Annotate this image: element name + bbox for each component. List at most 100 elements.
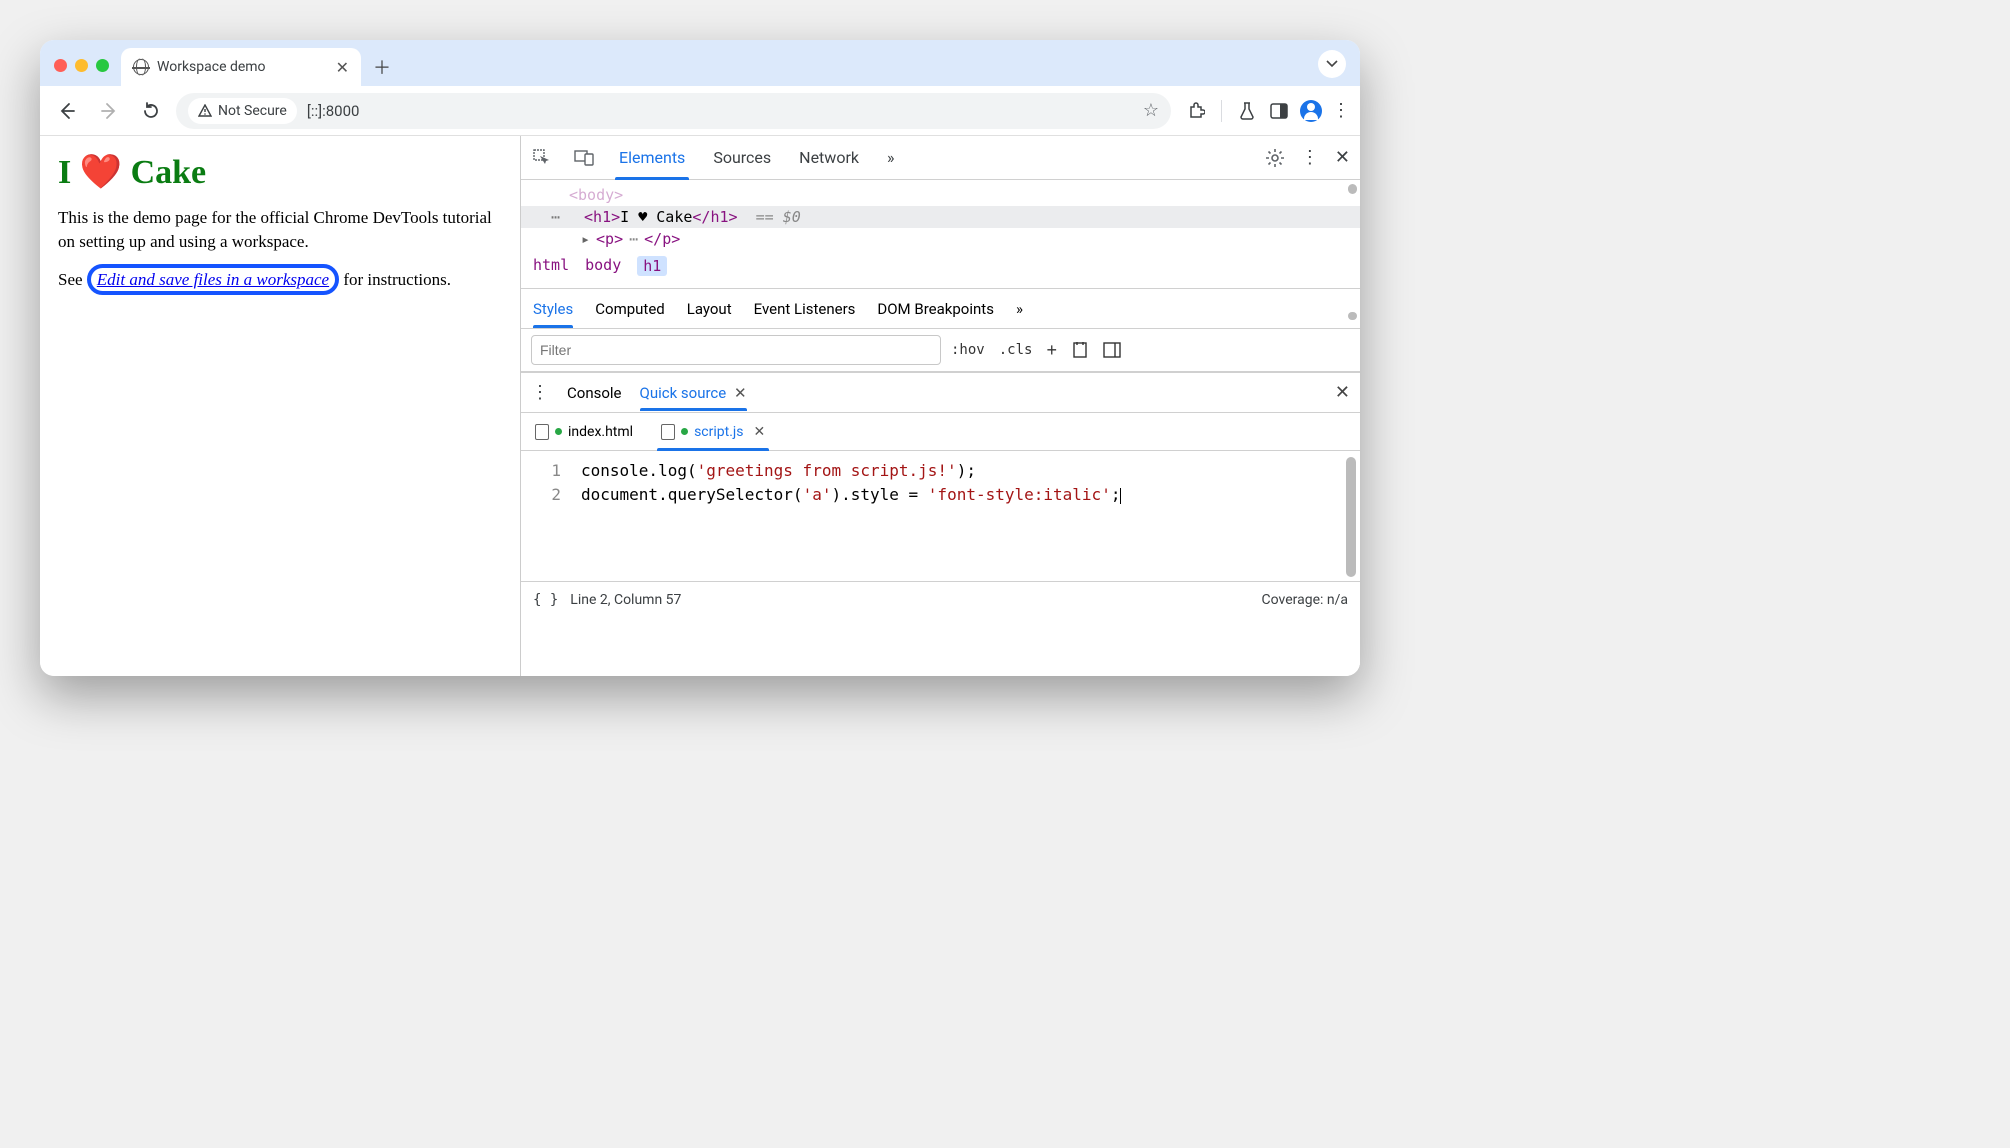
sources-tab[interactable]: Sources — [709, 136, 775, 179]
tabs-dropdown-button[interactable] — [1318, 50, 1346, 78]
expand-triangle-icon[interactable]: ▸ — [581, 230, 590, 248]
code-editor[interactable]: 1 2 console.log('greetings from script.j… — [521, 451, 1360, 581]
scrollbar[interactable] — [1348, 312, 1357, 320]
profile-avatar-icon[interactable] — [1300, 100, 1322, 122]
toggle-sidebar-icon[interactable] — [1103, 342, 1121, 358]
computed-styles-icon[interactable] — [1071, 342, 1089, 358]
quick-source-tab[interactable]: Quick source ✕ — [640, 384, 747, 402]
computed-tab[interactable]: Computed — [595, 300, 665, 318]
toolbar: Not Secure [::]:8000 ☆ ⋮ — [40, 86, 1360, 136]
breadcrumb-item[interactable]: html — [533, 256, 569, 276]
layout-tab[interactable]: Layout — [687, 300, 732, 318]
reload-icon — [142, 102, 160, 120]
dom-breakpoints-tab[interactable]: DOM Breakpoints — [877, 300, 994, 318]
tab-title: Workspace demo — [157, 59, 266, 75]
dom-row[interactable]: <body> — [521, 184, 1360, 206]
new-rule-button[interactable]: + — [1046, 340, 1057, 361]
devtools-tabs: Elements Sources Network » ⋮ ✕ — [521, 136, 1360, 180]
file-tab-script[interactable]: script.js ✕ — [657, 413, 769, 450]
reload-button[interactable] — [134, 94, 168, 128]
close-devtools-icon[interactable]: ✕ — [1335, 147, 1350, 168]
file-tabs: index.html script.js ✕ — [521, 413, 1360, 451]
bookmark-star-icon[interactable]: ☆ — [1143, 100, 1159, 121]
more-tabs-icon[interactable]: » — [1016, 300, 1023, 318]
cursor — [1120, 488, 1121, 504]
cursor-position: Line 2, Column 57 — [570, 592, 681, 608]
styles-actions: :hov .cls + — [951, 340, 1121, 361]
close-file-icon[interactable]: ✕ — [754, 424, 766, 440]
window-controls — [54, 59, 109, 72]
back-button[interactable] — [50, 94, 84, 128]
devtools-menu-icon[interactable]: ⋮ — [1301, 147, 1319, 168]
file-name: index.html — [568, 424, 633, 440]
dom-tree[interactable]: <body> ⋯ <h1>I ♥ Cake</h1> == $0 ▸ <p>⋯<… — [521, 180, 1360, 289]
file-tab-index[interactable]: index.html — [531, 413, 637, 450]
drawer-menu-icon[interactable]: ⋮ — [531, 382, 549, 403]
hov-toggle[interactable]: :hov — [951, 342, 985, 358]
tag-close: </p> — [644, 230, 680, 248]
extensions-icon[interactable] — [1185, 100, 1207, 122]
scrollbar[interactable] — [1346, 457, 1356, 577]
text-prefix: See — [58, 270, 87, 289]
chrome-menu-icon[interactable]: ⋮ — [1332, 100, 1350, 121]
tag-text: I ♥ Cake — [620, 208, 692, 226]
close-window-button[interactable] — [54, 59, 67, 72]
security-label: Not Secure — [218, 103, 287, 119]
network-tab[interactable]: Network — [795, 136, 863, 179]
code-line: document.querySelector('a').style = 'fon… — [581, 483, 1121, 507]
dom-row[interactable]: ▸ <p>⋯</p> — [521, 228, 1360, 250]
dom-breadcrumb: html body h1 — [521, 250, 1360, 282]
tag-open: <h1> — [584, 208, 620, 226]
file-icon — [661, 424, 675, 440]
code-line: console.log('greetings from script.js!')… — [581, 459, 1121, 483]
drawer-tabs: ⋮ Console Quick source ✕ ✕ — [521, 373, 1360, 413]
arrow-right-icon — [100, 102, 118, 120]
styles-filter-input[interactable] — [531, 335, 941, 365]
ellipsis-icon[interactable]: ⋯ — [551, 208, 560, 226]
sidepanel-icon[interactable] — [1268, 100, 1290, 122]
minimize-window-button[interactable] — [75, 59, 88, 72]
cls-toggle[interactable]: .cls — [999, 342, 1033, 358]
forward-button[interactable] — [92, 94, 126, 128]
devtools-drawer: ⋮ Console Quick source ✕ ✕ index.html sc… — [521, 372, 1360, 617]
modified-dot-icon — [681, 428, 688, 435]
device-toggle-icon[interactable] — [573, 150, 595, 166]
arrow-left-icon — [58, 102, 76, 120]
new-tab-button[interactable]: ＋ — [367, 52, 397, 82]
line-number: 2 — [521, 483, 561, 507]
inspect-icon[interactable] — [531, 149, 553, 167]
pretty-print-icon[interactable]: { } — [533, 592, 558, 608]
code-content[interactable]: console.log('greetings from script.js!')… — [571, 451, 1131, 581]
close-icon[interactable]: ✕ — [734, 384, 747, 402]
security-chip[interactable]: Not Secure — [188, 98, 297, 124]
breadcrumb-item[interactable]: body — [585, 256, 621, 276]
close-drawer-icon[interactable]: ✕ — [1335, 382, 1350, 403]
console-tab[interactable]: Console — [567, 384, 622, 402]
settings-gear-icon[interactable] — [1265, 148, 1285, 168]
styles-toolbar: :hov .cls + — [521, 329, 1360, 372]
styles-tab[interactable]: Styles — [533, 300, 573, 318]
warning-icon — [198, 104, 212, 118]
scrollbar[interactable] — [1348, 184, 1357, 194]
tag-close: </h1> — [692, 208, 737, 226]
address-bar[interactable]: Not Secure [::]:8000 ☆ — [176, 93, 1171, 129]
event-listeners-tab[interactable]: Event Listeners — [754, 300, 856, 318]
elements-tab[interactable]: Elements — [615, 136, 689, 179]
maximize-window-button[interactable] — [96, 59, 109, 72]
page-viewport: I ❤️ Cake This is the demo page for the … — [40, 136, 520, 676]
more-tabs-icon[interactable]: » — [883, 136, 899, 179]
browser-window: Workspace demo ✕ ＋ Not Secure [::]:8000 … — [40, 40, 1360, 676]
labs-icon[interactable] — [1236, 100, 1258, 122]
coverage-status: Coverage: n/a — [1262, 592, 1348, 608]
page-intro: This is the demo page for the official C… — [58, 206, 502, 254]
dom-row-selected[interactable]: ⋯ <h1>I ♥ Cake</h1> == $0 — [521, 206, 1360, 228]
vertical-divider — [1221, 100, 1222, 122]
link-highlight: Edit and save files in a workspace — [87, 264, 339, 296]
breadcrumb-item-selected[interactable]: h1 — [637, 256, 667, 276]
file-name: script.js — [694, 424, 743, 440]
browser-tab[interactable]: Workspace demo ✕ — [121, 48, 361, 86]
workspace-tutorial-link[interactable]: Edit and save files in a workspace — [97, 270, 329, 289]
eq-zero: == $0 — [756, 208, 801, 226]
close-tab-icon[interactable]: ✕ — [336, 58, 349, 77]
tab-strip: Workspace demo ✕ ＋ — [40, 40, 1360, 86]
